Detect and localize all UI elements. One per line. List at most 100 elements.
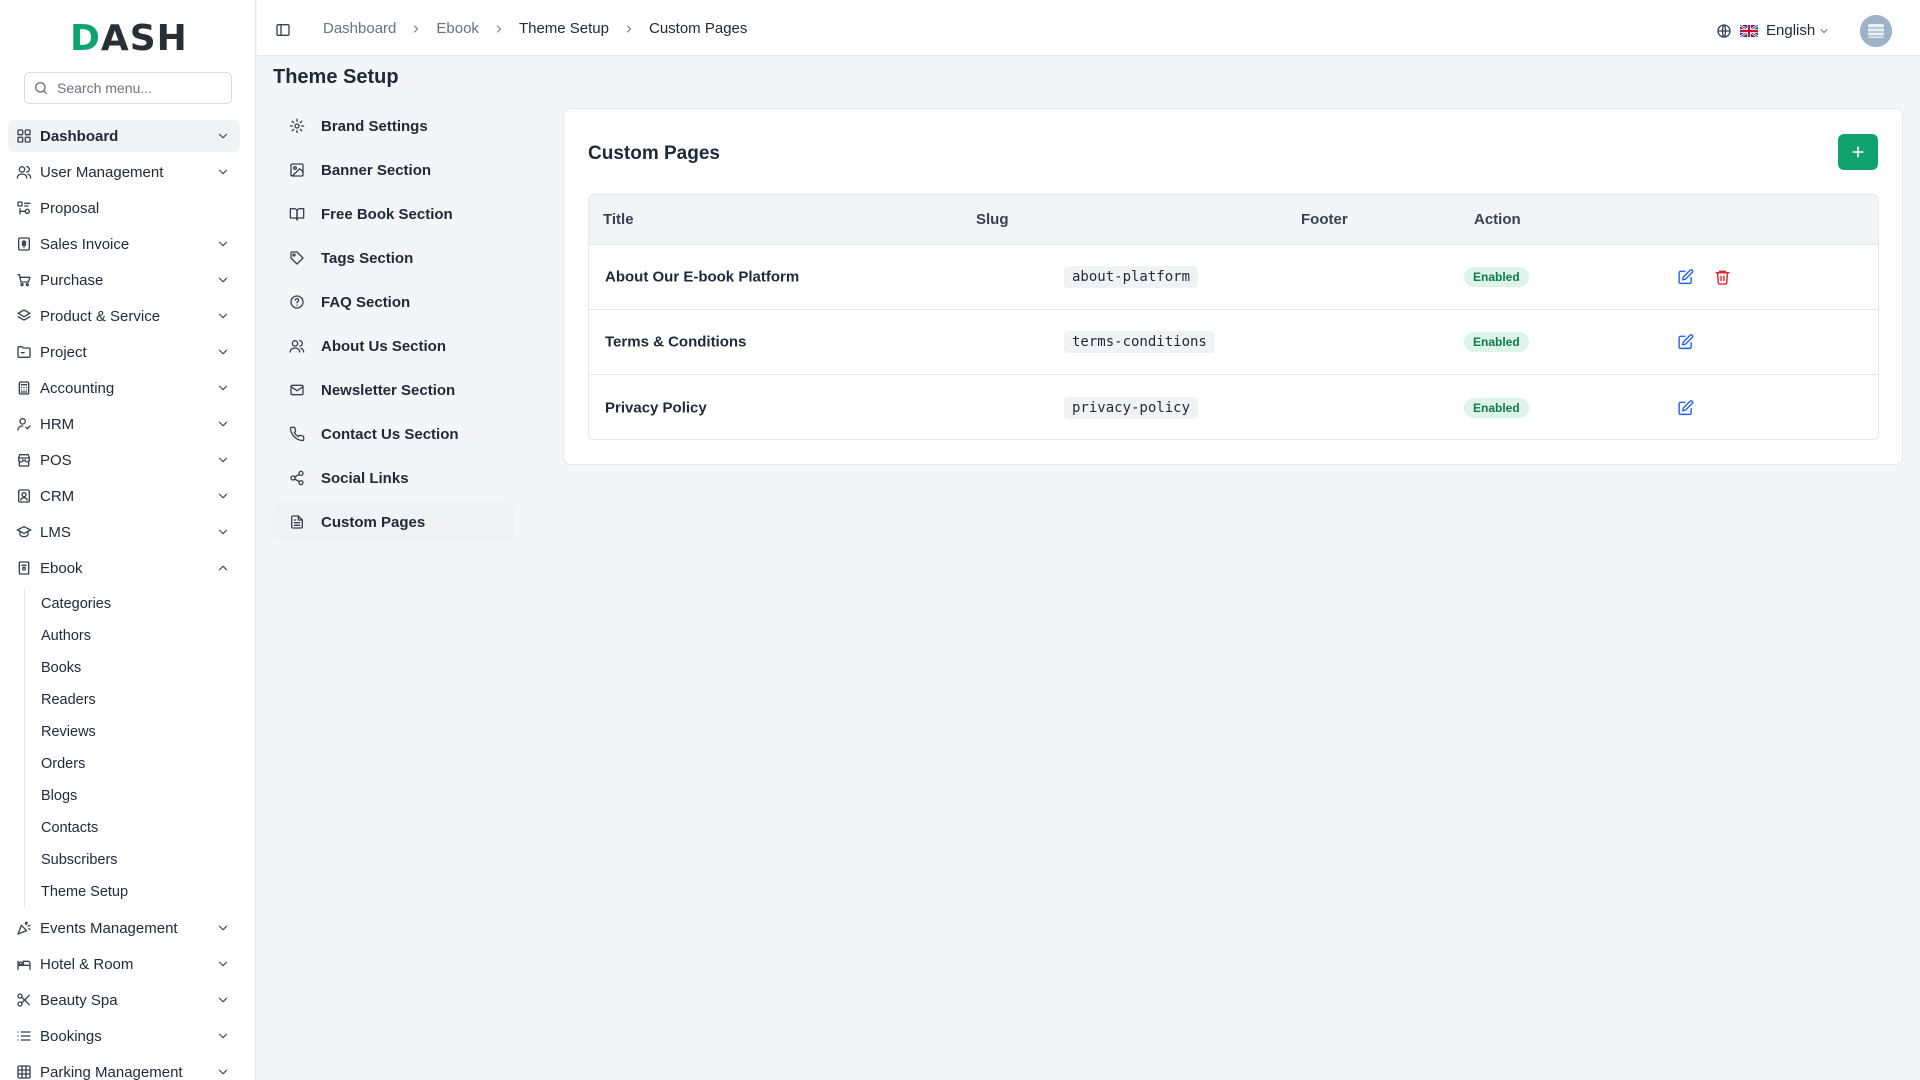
sidebar-item-bookings[interactable]: Bookings xyxy=(8,1020,240,1052)
setup-nav-tags-section[interactable]: Tags Section xyxy=(273,238,514,278)
page-title-cell: About Our E-book Platform xyxy=(605,268,800,286)
table-row: Privacy Policy privacy-policy Enabled xyxy=(589,375,1878,439)
edit-icon[interactable] xyxy=(1677,334,1694,351)
row-actions xyxy=(1677,334,1694,351)
edit-icon[interactable] xyxy=(1677,269,1694,286)
logo[interactable]: DASH xyxy=(70,18,190,59)
sidebar-nav: Dashboard User Management Proposal Sales In… xyxy=(8,120,240,1080)
chevron-down-icon xyxy=(216,525,230,539)
setup-nav-label: Newsletter Section xyxy=(321,381,456,399)
sidebar-subitem-authors[interactable]: Authors xyxy=(41,620,240,652)
setup-nav-brand-settings[interactable]: Brand Settings xyxy=(273,106,514,146)
setup-nav-label: Custom Pages xyxy=(321,513,426,531)
sidebar-item-label: Sales Invoice xyxy=(40,235,130,253)
slug-cell: about-platform xyxy=(1064,266,1199,288)
phone-icon xyxy=(289,426,305,442)
sidebar-subitem-subscribers[interactable]: Subscribers xyxy=(41,844,240,876)
sidebar-subitem-theme-setup[interactable]: Theme Setup xyxy=(41,876,240,908)
parking-grid-icon xyxy=(16,1064,32,1080)
gear-icon xyxy=(289,118,305,134)
slug-cell: terms-conditions xyxy=(1064,331,1215,353)
setup-nav-faq-section[interactable]: FAQ Section xyxy=(273,282,514,322)
sidebar-item-pos[interactable]: POS xyxy=(8,444,240,476)
breadcrumb-custom-pages: Custom Pages xyxy=(649,20,748,37)
ebook-submenu: Categories Authors Books Readers Reviews Orde… xyxy=(24,588,240,908)
sidebar-subitem-reviews[interactable]: Reviews xyxy=(41,716,240,748)
sidebar-item-accounting[interactable]: Accounting xyxy=(8,372,240,404)
sidebar-item-ebook[interactable]: Ebook xyxy=(8,552,240,584)
breadcrumb-theme-setup[interactable]: Theme Setup xyxy=(519,20,609,37)
setup-nav-label: Contact Us Section xyxy=(321,425,459,443)
sidebar-subitem-orders[interactable]: Orders xyxy=(41,748,240,780)
setup-nav-custom-pages[interactable]: Custom Pages xyxy=(273,502,514,542)
sidebar-item-hotel-and-room[interactable]: Hotel & Room xyxy=(8,948,240,980)
chevron-down-icon xyxy=(216,237,230,251)
setup-nav-contact-us-section[interactable]: Contact Us Section xyxy=(273,414,514,454)
sidebar-subitem-categories[interactable]: Categories xyxy=(41,588,240,620)
setup-nav-label: About Us Section xyxy=(321,337,447,355)
grid-icon xyxy=(16,128,32,144)
sidebar-item-events-management[interactable]: Events Management xyxy=(8,912,240,944)
breadcrumb-dashboard[interactable]: Dashboard xyxy=(323,20,396,37)
sidebar-subitem-blogs[interactable]: Blogs xyxy=(41,780,240,812)
column-header-slug: Slug xyxy=(976,211,1009,228)
table-body: About Our E-book Platform about-platform E… xyxy=(589,245,1878,439)
book-icon xyxy=(16,560,32,576)
sidebar-item-label: Events Management xyxy=(40,919,178,937)
setup-nav-free-book-section[interactable]: Free Book Section xyxy=(273,194,514,234)
user-avatar[interactable] xyxy=(1860,15,1892,47)
sidebar-toggle-icon[interactable] xyxy=(275,22,291,38)
plus-icon xyxy=(1850,144,1866,160)
sidebar-item-sales-invoice[interactable]: Sales Invoice xyxy=(8,228,240,260)
add-page-button[interactable] xyxy=(1838,134,1878,170)
setup-nav-about-us-section[interactable]: About Us Section xyxy=(273,326,514,366)
edit-icon[interactable] xyxy=(1677,399,1694,416)
sidebar-subitem-readers[interactable]: Readers xyxy=(41,684,240,716)
language-selector[interactable]: English xyxy=(1716,22,1830,39)
sidebar-item-label: Accounting xyxy=(40,379,115,397)
cart-icon xyxy=(16,272,32,288)
sidebar-item-label: User Management xyxy=(40,163,164,181)
sidebar-item-user-management[interactable]: User Management xyxy=(8,156,240,188)
setup-nav-label: Social Links xyxy=(321,469,409,487)
theme-setup-nav: Brand Settings Banner Section Free Book Se… xyxy=(273,106,514,546)
sidebar-item-beauty-spa[interactable]: Beauty Spa xyxy=(8,984,240,1016)
sidebar-item-parking-management[interactable]: Parking Management xyxy=(8,1056,240,1080)
chevron-down-icon xyxy=(216,1029,230,1043)
sidebar-item-label: HRM xyxy=(40,415,75,433)
chevron-down-icon xyxy=(216,957,230,971)
setup-nav-newsletter-section[interactable]: Newsletter Section xyxy=(273,370,514,410)
help-circle-icon xyxy=(289,294,305,310)
mail-icon xyxy=(289,382,305,398)
sidebar-item-proposal[interactable]: Proposal xyxy=(8,192,240,224)
setup-nav-banner-section[interactable]: Banner Section xyxy=(273,150,514,190)
sidebar-item-label: Bookings xyxy=(40,1027,102,1045)
sidebar-item-label: Product & Service xyxy=(40,307,161,325)
trash-icon[interactable] xyxy=(1714,269,1731,286)
sidebar-item-purchase[interactable]: Purchase xyxy=(8,264,240,296)
sidebar-item-hrm[interactable]: HRM xyxy=(8,408,240,440)
sidebar-item-product-and-service[interactable]: Product & Service xyxy=(8,300,240,332)
sidebar-subitem-contacts[interactable]: Contacts xyxy=(41,812,240,844)
sidebar-item-project[interactable]: Project xyxy=(8,336,240,368)
sidebar-item-dashboard[interactable]: Dashboard xyxy=(8,120,240,152)
sidebar-subitem-books[interactable]: Books xyxy=(41,652,240,684)
setup-nav-social-links[interactable]: Social Links xyxy=(273,458,514,498)
sidebar-item-lms[interactable]: LMS xyxy=(8,516,240,548)
language-label: English xyxy=(1766,22,1816,39)
setup-nav-label: Brand Settings xyxy=(321,117,428,135)
chevron-right-icon xyxy=(623,23,635,35)
column-header-action: Action xyxy=(1474,211,1521,228)
chevron-down-icon xyxy=(216,129,230,143)
search-input[interactable] xyxy=(57,80,227,96)
chevron-down-icon xyxy=(216,921,230,935)
breadcrumb-ebook[interactable]: Ebook xyxy=(436,20,479,37)
setup-nav-label: Tags Section xyxy=(321,249,414,267)
chevron-down-icon xyxy=(216,165,230,179)
calculator-icon xyxy=(16,380,32,396)
bed-icon xyxy=(16,956,32,972)
sidebar-item-crm[interactable]: CRM xyxy=(8,480,240,512)
open-book-icon xyxy=(289,206,305,222)
file-text-icon xyxy=(289,514,305,530)
sidebar-item-label: POS xyxy=(40,451,72,469)
